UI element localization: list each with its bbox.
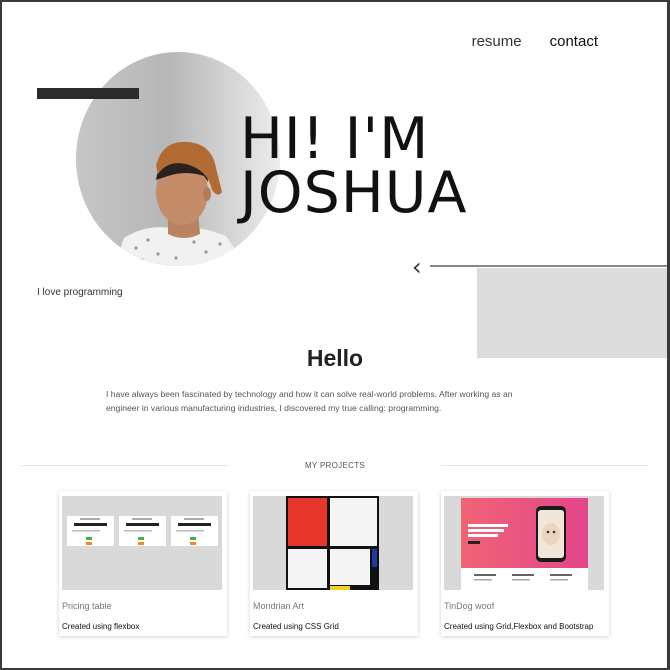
hero-tagline: I love programming <box>37 287 123 298</box>
pricing-table-preview-icon <box>67 516 218 546</box>
mondrian-art-preview-icon <box>286 496 379 590</box>
about-text: I have always been fascinated by technol… <box>106 389 513 413</box>
project-thumbnail <box>253 496 413 590</box>
hero-accent-bar <box>37 88 139 99</box>
nav-contact-link[interactable]: contact <box>550 33 598 50</box>
project-title[interactable]: TinDog woof <box>444 601 494 611</box>
tindog-preview-icon <box>461 498 588 590</box>
projects-heading: MY PROJECTS <box>304 461 366 470</box>
project-description: Created using CSS Grid <box>253 622 339 631</box>
project-thumbnail <box>62 496 222 590</box>
project-card-tindog[interactable]: TinDog woof Created using Grid,Flexbox a… <box>441 491 609 636</box>
project-card-mondrian[interactable]: Mondrian Art Created using CSS Grid <box>250 491 418 636</box>
project-title[interactable]: Mondrian Art <box>253 601 304 611</box>
project-card-pricing[interactable]: Pricing table Created using flexbox <box>59 491 227 636</box>
project-description: Created using Grid,Flexbox and Bootstrap <box>444 622 594 631</box>
divider <box>20 465 229 466</box>
about-heading: Hello <box>306 345 364 371</box>
chevron-left-icon[interactable]: ‹ <box>412 253 422 281</box>
projects-heading-row: MY PROJECTS <box>0 461 670 470</box>
hero-title: HI! I'M JOSHUA <box>240 106 468 226</box>
top-nav: resume contact <box>472 33 598 50</box>
nav-resume-link[interactable]: resume <box>472 33 522 50</box>
project-description: Created using flexbox <box>62 622 140 631</box>
project-thumbnail <box>444 496 604 590</box>
project-title[interactable]: Pricing table <box>62 601 112 611</box>
divider <box>441 465 650 466</box>
decorative-line <box>430 265 670 267</box>
hero-title-line-1: HI! I'M <box>240 106 430 172</box>
hero-title-line-2: JOSHUA <box>240 160 468 226</box>
